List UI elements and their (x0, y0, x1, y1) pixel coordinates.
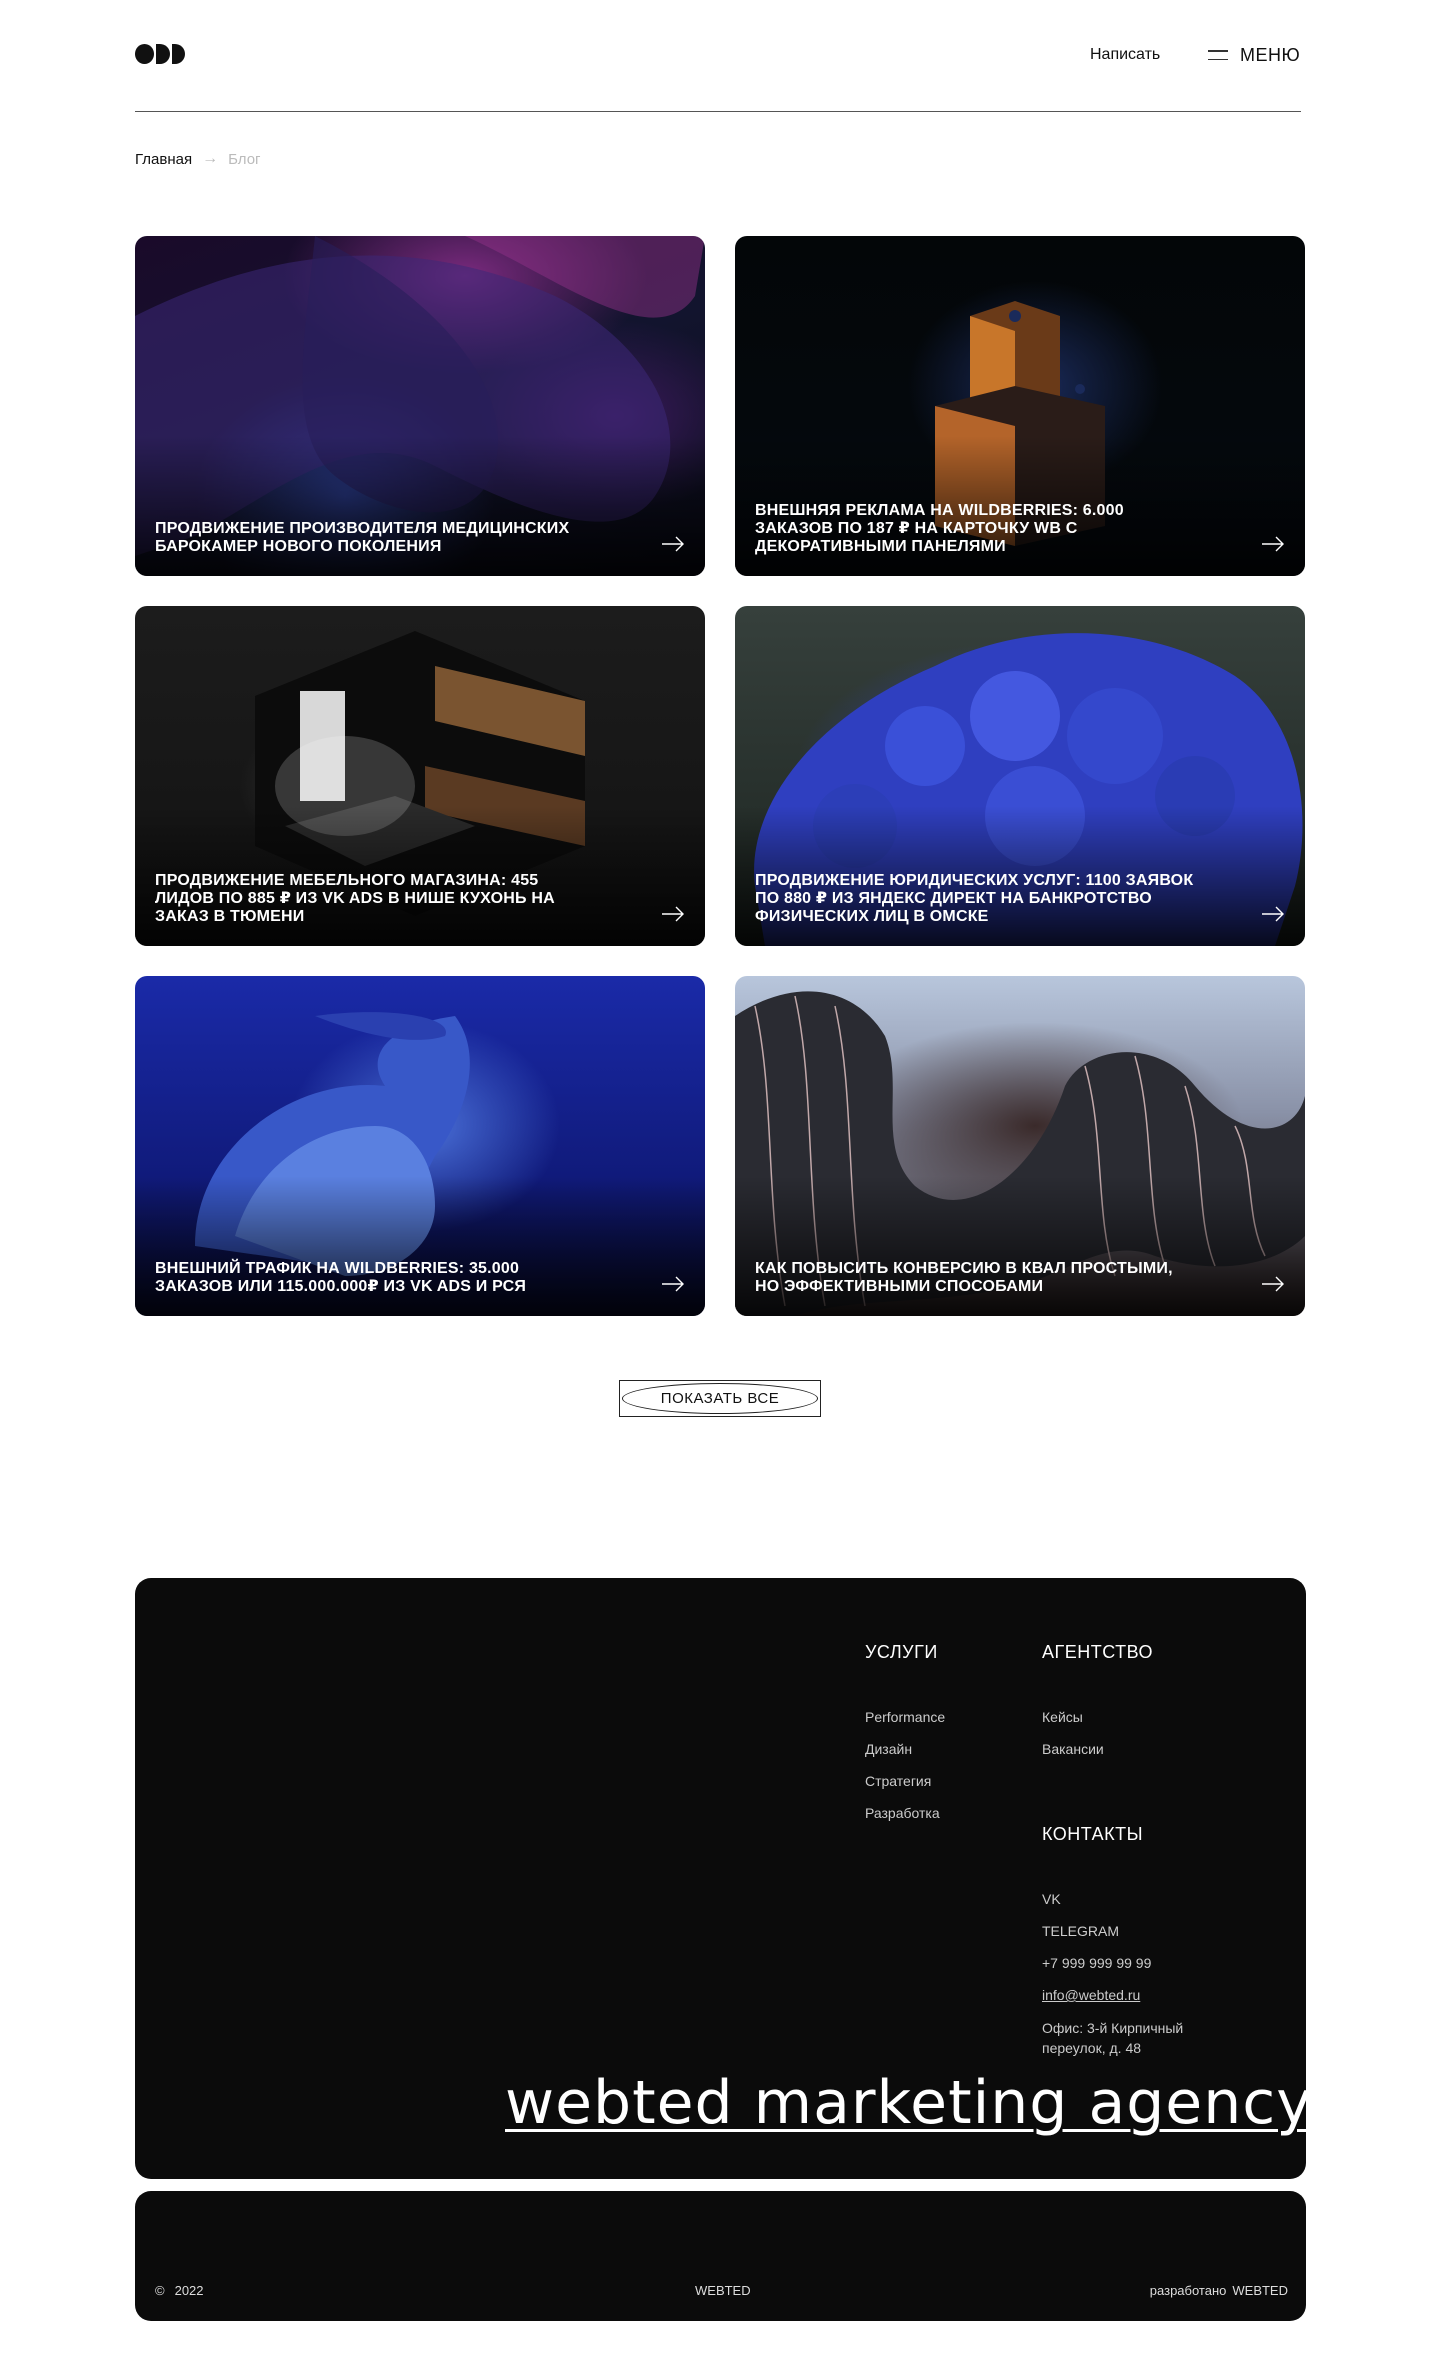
site-header: Написать МЕНЮ (135, 0, 1301, 112)
copyright: © 2022 (155, 2283, 204, 2298)
footer-slogan[interactable]: webted marketing agency (505, 2068, 1313, 2138)
footer-link-performance[interactable]: Performance (865, 1708, 945, 1740)
footer-link-strategy[interactable]: Стратегия (865, 1772, 945, 1804)
agency-heading: АГЕНТСТВО (1042, 1642, 1154, 1662)
logo[interactable] (135, 44, 186, 66)
logo-circle (135, 44, 155, 64)
card-title: ВНЕШНЯЯ РЕКЛАМА НА WILDBERRIES: 6.000 ЗА… (755, 502, 1124, 555)
breadcrumb-home[interactable]: Главная (135, 151, 192, 168)
card-title: ПРОДВИЖЕНИЕ ЮРИДИЧЕСКИХ УСЛУГ: 1100 ЗАЯВ… (755, 872, 1194, 925)
card-title: ВНЕШНИЙ ТРАФИК НА WILDBERRIES: 35.000 ЗА… (155, 1260, 527, 1295)
blog-card[interactable]: КАК ПОВЫСИТЬ КОНВЕРСИЮ В КВАЛ ПРОСТЫМИ, … (735, 976, 1305, 1316)
breadcrumb: Главная → Блог (135, 150, 261, 168)
footer-link-vk[interactable]: VK (1042, 1890, 1151, 1922)
footer-phone[interactable]: +7 999 999 99 99 (1042, 1954, 1151, 1986)
footer-link-development[interactable]: Разработка (865, 1804, 945, 1836)
developed-by[interactable]: разработано WEBTED (1150, 2283, 1288, 2298)
footer: УСЛУГИ Performance Дизайн Стратегия Разр… (135, 1578, 1312, 2179)
card-title: КАК ПОВЫСИТЬ КОНВЕРСИЮ В КВАЛ ПРОСТЫМИ, … (755, 1260, 1173, 1295)
footer-bottom: © 2022 WEBTED разработано WEBTED (135, 2191, 1306, 2321)
arrow-right-icon: → (202, 150, 219, 167)
developed-by-label: разработано (1149, 2283, 1227, 2298)
copyright-year: 2022 (174, 2283, 204, 2298)
footer-brand: WEBTED (695, 2283, 751, 2298)
footer-link-vacancies[interactable]: Вакансии (1042, 1740, 1104, 1772)
footer-address: Офис: 3-й Кирпичный переулок, д. 48 (1042, 2020, 1184, 2056)
developed-by-brand: WEBTED (1232, 2283, 1288, 2298)
menu-button[interactable]: МЕНЮ (1208, 42, 1300, 68)
arrow-right-icon (1262, 1276, 1284, 1292)
contacts-list: VK TELEGRAM +7 999 999 99 99 info@webted… (1042, 1890, 1151, 2018)
burger-icon (1208, 50, 1228, 60)
services-list: Performance Дизайн Стратегия Разработка (865, 1708, 945, 1836)
blog-card[interactable]: ПРОДВИЖЕНИЕ ПРОИЗВОДИТЕЛЯ МЕДИЦИНСКИХ БА… (135, 236, 705, 576)
footer-link-cases[interactable]: Кейсы (1042, 1708, 1104, 1740)
show-all-button[interactable]: ПОКАЗАТЬ ВСЕ (619, 1380, 821, 1417)
footer-email[interactable]: info@webted.ru (1042, 1986, 1151, 2018)
arrow-right-icon (662, 536, 684, 552)
logo-half-circle (156, 44, 170, 64)
breadcrumb-current: Блог (228, 150, 261, 168)
agency-list: Кейсы Вакансии (1042, 1708, 1104, 1772)
card-title: ПРОДВИЖЕНИЕ ПРОИЗВОДИТЕЛЯ МЕДИЦИНСКИХ БА… (155, 520, 570, 555)
copyright-icon: © (155, 2283, 165, 2298)
blog-card[interactable]: ВНЕШНЯЯ РЕКЛАМА НА WILDBERRIES: 6.000 ЗА… (735, 236, 1305, 576)
blog-card[interactable]: ПРОДВИЖЕНИЕ ЮРИДИЧЕСКИХ УСЛУГ: 1100 ЗАЯВ… (735, 606, 1305, 946)
services-heading: УСЛУГИ (865, 1642, 938, 1662)
blog-card[interactable]: ВНЕШНИЙ ТРАФИК НА WILDBERRIES: 35.000 ЗА… (135, 976, 705, 1316)
menu-label: МЕНЮ (1240, 44, 1301, 65)
footer-link-design[interactable]: Дизайн (865, 1740, 945, 1772)
arrow-right-icon (1262, 906, 1284, 922)
logo-half-circle (171, 44, 186, 64)
write-link[interactable]: Написать (1090, 46, 1160, 64)
show-all-label: ПОКАЗАТЬ ВСЕ (660, 1390, 780, 1407)
contacts-heading: КОНТАКТЫ (1042, 1824, 1144, 1844)
arrow-right-icon (662, 906, 684, 922)
arrow-right-icon (662, 1276, 684, 1292)
blog-card[interactable]: ПРОДВИЖЕНИЕ МЕБЕЛЬНОГО МАГАЗИНА: 455 ЛИД… (135, 606, 705, 946)
footer-link-telegram[interactable]: TELEGRAM (1042, 1922, 1151, 1954)
card-title: ПРОДВИЖЕНИЕ МЕБЕЛЬНОГО МАГАЗИНА: 455 ЛИД… (155, 872, 555, 925)
arrow-right-icon (1262, 536, 1284, 552)
